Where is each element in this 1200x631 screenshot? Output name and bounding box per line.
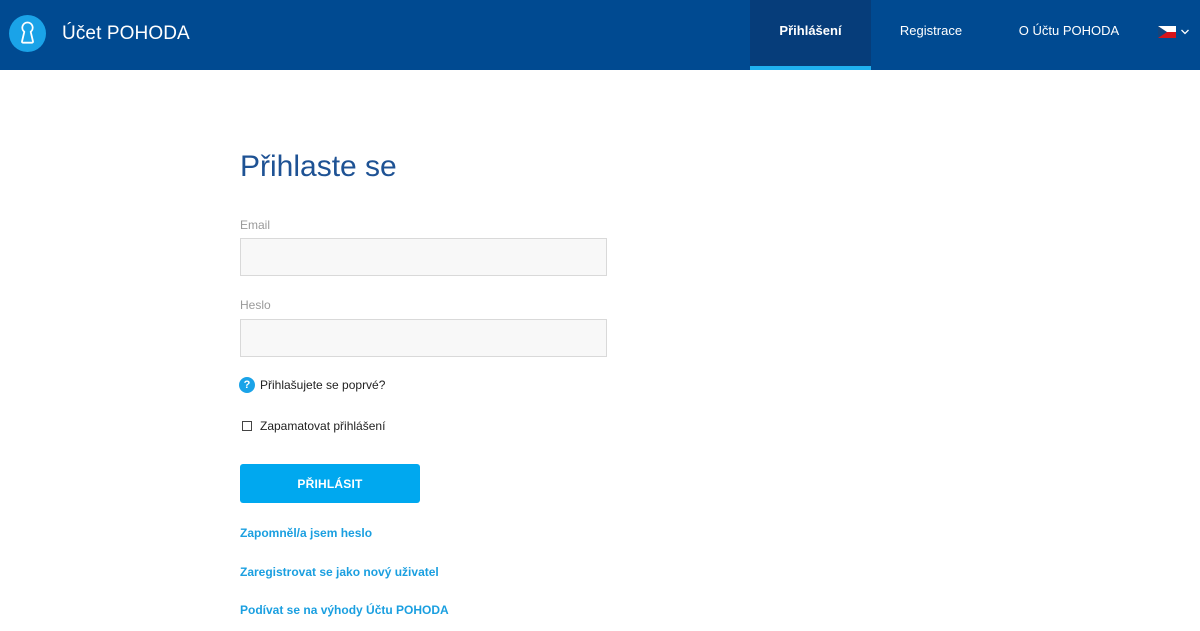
nav-tab-about-label: O Účtu POHODA [1018,23,1120,38]
email-label: Email [240,218,271,232]
nav-tab-registration[interactable]: Registrace [885,0,977,70]
language-selector[interactable] [1151,0,1200,70]
remember-login-label: Zapamatovat přihlášení [260,419,386,433]
top-navigation-bar: Účet POHODA Přihlášení Registrace O Účtu… [0,0,1200,70]
question-mark-icon: ? [239,377,255,393]
password-label: Heslo [240,298,271,312]
nav-tab-about[interactable]: O Účtu POHODA [1010,0,1128,70]
nav-tab-login[interactable]: Přihlášení [750,0,871,70]
email-input[interactable] [240,238,607,276]
view-benefits-link[interactable]: Podívat se na výhody Účtu POHODA [240,603,449,617]
chevron-down-icon [1181,29,1189,35]
nav-tab-login-label: Přihlášení [779,23,842,38]
nav-tab-registration-label: Registrace [899,23,963,38]
login-button[interactable]: PŘIHLÁSIT [240,464,420,503]
password-input[interactable] [240,319,607,357]
active-tab-indicator [750,66,871,70]
register-new-user-link[interactable]: Zaregistrovat se jako nový uživatel [240,565,439,579]
page-title: Přihlaste se [240,150,397,183]
first-login-help-text: Přihlašujete se poprvé? [260,378,386,392]
keyhole-logo-icon[interactable] [9,15,46,52]
czech-flag-icon [1158,26,1176,38]
forgot-password-link[interactable]: Zapomněl/a jsem heslo [240,526,372,540]
checkbox-box[interactable] [242,421,252,431]
brand-title[interactable]: Účet POHODA [62,23,190,45]
